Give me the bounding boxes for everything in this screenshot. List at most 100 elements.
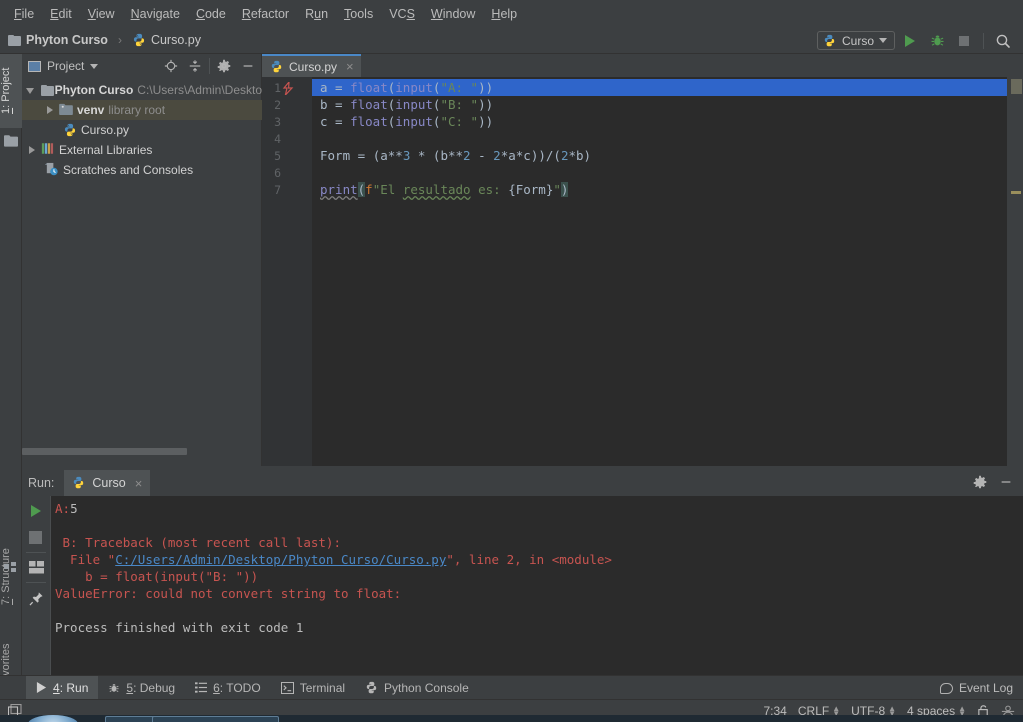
rerun-button[interactable]	[29, 504, 43, 518]
pin-button[interactable]	[29, 591, 43, 606]
bottom-tab-todo-mnemonic: 6	[213, 680, 220, 695]
collapse-all-button[interactable]	[184, 57, 206, 75]
menu-item-navigate[interactable]: Navigate	[123, 4, 188, 24]
warning-marker[interactable]	[1011, 191, 1021, 194]
breadcrumb-file[interactable]: Curso.py	[151, 33, 201, 47]
sidebar-item-structure[interactable]: 7: Structure	[0, 534, 22, 620]
toolbar-divider	[983, 32, 984, 49]
layout-button[interactable]	[29, 561, 44, 575]
menu-item-vcs[interactable]: VCS	[381, 4, 423, 24]
console-line-1: A:5	[55, 501, 78, 516]
menu-item-refactor[interactable]: Refactor	[234, 4, 297, 24]
menu-item-view[interactable]: View	[80, 4, 123, 24]
expand-arrow-icon[interactable]	[26, 145, 37, 156]
stop-process-button[interactable]	[29, 531, 43, 545]
project-horizontal-scrollbar[interactable]	[22, 447, 262, 456]
structure-tab-mnemonic: 7	[0, 599, 12, 606]
run-hide-button[interactable]	[995, 473, 1017, 491]
tree-node-project-root[interactable]: Phyton Curso C:\Users\Admin\Deskto	[22, 80, 262, 100]
code-line-5[interactable]: Form = (a**3 * (b**2 - 2*a*c))/(2*b)	[320, 147, 591, 164]
search-everywhere-button[interactable]	[991, 30, 1015, 52]
editor-tab-strip: Curso.py ×	[262, 54, 1023, 78]
python-file-icon	[270, 60, 284, 74]
menu-item-run[interactable]: Run	[297, 4, 336, 24]
tree-node-external-libraries[interactable]: External Libraries	[22, 140, 262, 160]
terminal-icon	[280, 681, 294, 694]
python-file-icon	[72, 476, 86, 490]
folder-icon	[41, 84, 54, 96]
run-tab-curso[interactable]: Curso ×	[64, 470, 151, 496]
pin-icon	[29, 592, 43, 606]
code-line-3[interactable]: c = float(input("C: "))	[320, 113, 493, 130]
breadcrumb-project[interactable]: Phyton Curso	[26, 33, 108, 47]
stop-button[interactable]	[952, 30, 976, 52]
code-line-1[interactable]: a = float(input("A: "))	[320, 79, 493, 96]
bottom-tab-python-console[interactable]: Python Console	[355, 676, 479, 700]
menu-item-file[interactable]: File	[6, 4, 42, 24]
hide-panel-button[interactable]	[237, 57, 259, 75]
event-log-label: Event Log	[958, 681, 1013, 695]
tree-sublabel: library root	[108, 103, 166, 117]
bottom-tab-debug[interactable]: 5: Debug	[98, 676, 185, 700]
python-config-icon	[823, 34, 837, 48]
console-line-3: File "C:/Users/Admin/Desktop/Phyton Curs…	[55, 552, 612, 567]
breadcrumb-separator: ›	[117, 33, 122, 47]
tree-node-venv[interactable]: venv library root	[22, 100, 262, 120]
menu-item-window[interactable]: Window	[423, 4, 483, 24]
menu-item-edit[interactable]: Edit	[42, 4, 80, 24]
minimize-icon	[1001, 481, 1011, 483]
editor-scrollbar-thumb[interactable]	[1011, 79, 1022, 94]
settings-button[interactable]	[213, 57, 235, 75]
scrollbar-thumb[interactable]	[22, 448, 187, 455]
bottom-tab-terminal[interactable]: Terminal	[271, 676, 355, 700]
python-file-icon	[132, 33, 146, 47]
console-file-link[interactable]: C:/Users/Admin/Desktop/Phyton Curso/Curs…	[115, 552, 446, 567]
close-icon[interactable]: ×	[135, 476, 143, 491]
line-number: 4	[274, 132, 281, 146]
bottom-tab-run-label: : Run	[59, 680, 89, 695]
sidebar-item-project[interactable]: 1: Project	[0, 54, 22, 128]
panel-toolbar-divider	[209, 58, 210, 74]
close-icon[interactable]: ×	[346, 59, 354, 74]
run-console-output[interactable]: A:5 B: Traceback (most recent call last)…	[51, 496, 1023, 675]
expand-arrow-icon[interactable]	[26, 85, 37, 96]
code-line-7[interactable]: print(f"El resultado es: {Form}")	[320, 181, 569, 198]
editor-marker-bar[interactable]	[1007, 77, 1023, 466]
structure-icon	[4, 562, 18, 576]
project-panel-title: Project	[47, 59, 85, 73]
event-log-button[interactable]: Event Log	[939, 676, 1013, 700]
editor-tab-curso-py[interactable]: Curso.py ×	[262, 54, 361, 77]
tree-node-curso-py[interactable]: Curso.py	[22, 120, 262, 140]
gear-icon	[973, 475, 987, 489]
gutter-divider	[26, 582, 46, 583]
search-icon	[996, 34, 1010, 48]
windows-taskbar	[0, 715, 1023, 722]
run-configuration-selector[interactable]: Curso	[816, 31, 895, 50]
menu-item-tools[interactable]: Tools	[336, 4, 381, 24]
code-line-2[interactable]: b = float(input("B: "))	[320, 96, 493, 113]
bottom-tab-run[interactable]: 4: Run	[26, 675, 99, 700]
bottom-tab-terminal-label: Terminal	[299, 680, 346, 695]
bottom-tab-todo[interactable]: 6: TODO	[185, 676, 271, 700]
expand-arrow-icon[interactable]	[44, 105, 55, 116]
line-number: 5	[274, 149, 281, 163]
debug-button[interactable]	[925, 30, 949, 52]
run-panel-header: Run: Curso ×	[22, 470, 1023, 497]
run-button[interactable]	[898, 30, 922, 52]
intention-bolt-icon[interactable]	[282, 80, 294, 98]
folder-strip-icon	[4, 134, 18, 148]
run-settings-button[interactable]	[969, 473, 991, 491]
tree-node-scratches[interactable]: Scratches and Consoles	[22, 160, 262, 180]
start-orb-icon[interactable]	[28, 715, 78, 722]
run-tab-label: Curso	[92, 476, 126, 490]
code-editor[interactable]: a = float(input("A: ")) b = float(input(…	[312, 77, 1007, 466]
run-icon	[31, 505, 41, 517]
taskbar-button-2[interactable]	[152, 716, 279, 722]
chevron-down-icon[interactable]	[90, 63, 99, 69]
locate-button[interactable]	[160, 57, 182, 75]
menu-item-help[interactable]: Help	[483, 4, 525, 24]
project-tool-window: Project Phyton Curso C:\Users\Admin\Desk…	[22, 54, 262, 466]
console-line-2: B: Traceback (most recent call last):	[55, 535, 341, 550]
editor-gutter[interactable]: 1 2 3 4 5 6 7	[262, 77, 312, 466]
menu-item-code[interactable]: Code	[188, 4, 234, 24]
